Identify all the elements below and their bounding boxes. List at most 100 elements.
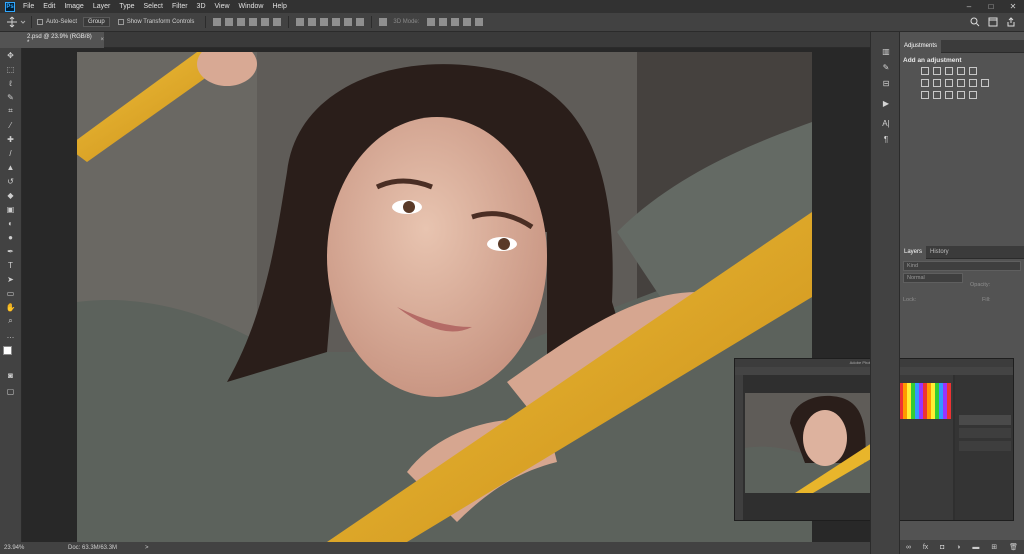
workspace-icon[interactable] bbox=[988, 17, 998, 27]
eyedropper-icon[interactable]: ⁄ bbox=[5, 120, 16, 130]
gradient-map-icon[interactable] bbox=[969, 91, 977, 99]
more-tools-icon[interactable]: … bbox=[5, 330, 16, 340]
quick-mask-icon[interactable]: ◙ bbox=[5, 370, 16, 380]
vibrance-icon[interactable] bbox=[969, 67, 977, 75]
new-fill-layer-icon[interactable]: ◑ bbox=[956, 544, 960, 551]
close-tab-icon[interactable]: × bbox=[100, 37, 104, 43]
document-tab[interactable]: 2.psd @ 23.9% (RGB/8) * × bbox=[22, 32, 104, 48]
hand-icon[interactable]: ✋ bbox=[5, 302, 16, 312]
hue-saturation-icon[interactable] bbox=[921, 79, 929, 87]
threshold-icon[interactable] bbox=[945, 91, 953, 99]
menu-file[interactable]: File bbox=[23, 3, 34, 10]
black-white-icon[interactable] bbox=[945, 79, 953, 87]
brightness-contrast-icon[interactable] bbox=[921, 67, 929, 75]
dodge-icon[interactable]: ● bbox=[5, 232, 16, 242]
rectangle-icon[interactable]: ▭ bbox=[5, 288, 16, 298]
foreground-color-swatch[interactable] bbox=[3, 346, 12, 355]
healing-icon[interactable]: ✚ bbox=[5, 134, 16, 144]
paragraph-panel-icon[interactable]: ¶ bbox=[880, 134, 892, 145]
3d-pan-icon[interactable] bbox=[451, 18, 460, 26]
zoom-icon[interactable]: ⌕ bbox=[5, 316, 16, 326]
auto-select-option[interactable]: Auto-Select bbox=[37, 19, 77, 25]
align-middle-icon[interactable] bbox=[225, 18, 234, 26]
pen-icon[interactable]: ✒ bbox=[5, 246, 16, 256]
selective-color-icon[interactable] bbox=[957, 91, 965, 99]
3d-scale-icon[interactable] bbox=[475, 18, 484, 26]
color-lookup-icon[interactable] bbox=[981, 79, 989, 87]
new-layer-icon[interactable]: ⊞ bbox=[991, 543, 997, 551]
quick-select-icon[interactable]: ✎ bbox=[5, 92, 16, 102]
blend-mode-dropdown[interactable]: Normal bbox=[903, 273, 963, 283]
align-right-icon[interactable] bbox=[273, 18, 282, 26]
new-group-icon[interactable]: ▬ bbox=[972, 544, 979, 551]
distribute-middle-icon[interactable] bbox=[308, 18, 317, 26]
history-panel-icon[interactable]: ▥ bbox=[880, 46, 892, 57]
exposure-icon[interactable] bbox=[957, 67, 965, 75]
crop-icon[interactable]: ⌗ bbox=[5, 106, 16, 116]
menu-view[interactable]: View bbox=[215, 3, 230, 10]
document-canvas-image[interactable] bbox=[77, 52, 812, 542]
auto-select-checkbox[interactable] bbox=[37, 19, 43, 25]
menu-window[interactable]: Window bbox=[239, 3, 264, 10]
align-bottom-icon[interactable] bbox=[237, 18, 246, 26]
photo-filter-icon[interactable] bbox=[957, 79, 965, 87]
color-balance-icon[interactable] bbox=[933, 79, 941, 87]
move-icon[interactable]: ✥ bbox=[5, 50, 16, 60]
distribute-left-icon[interactable] bbox=[332, 18, 341, 26]
transform-controls-option[interactable]: Show Transform Controls bbox=[117, 19, 194, 25]
3d-rotate-icon[interactable] bbox=[427, 18, 436, 26]
screen-mode-icon[interactable]: ▢ bbox=[5, 386, 16, 396]
brush-icon[interactable]: / bbox=[5, 148, 16, 158]
menu-3d[interactable]: 3D bbox=[197, 3, 206, 10]
distribute-bottom-icon[interactable] bbox=[320, 18, 329, 26]
auto-select-dropdown[interactable]: Group bbox=[83, 17, 110, 27]
tab-history[interactable]: History bbox=[926, 246, 953, 259]
link-layers-icon[interactable]: ∞ bbox=[906, 544, 911, 551]
invert-icon[interactable] bbox=[921, 91, 929, 99]
eraser-icon[interactable]: ◆ bbox=[5, 190, 16, 200]
distribute-center-icon[interactable] bbox=[344, 18, 353, 26]
share-icon[interactable] bbox=[1006, 17, 1016, 27]
tab-layers[interactable]: Layers bbox=[900, 245, 927, 259]
gradient-icon[interactable]: ▣ bbox=[5, 204, 16, 214]
menu-edit[interactable]: Edit bbox=[43, 3, 55, 10]
align-center-icon[interactable] bbox=[261, 18, 270, 26]
menu-image[interactable]: Image bbox=[64, 3, 83, 10]
menu-filter[interactable]: Filter bbox=[172, 3, 188, 10]
zoom-level[interactable]: 23.94% bbox=[4, 545, 48, 551]
character-panel-icon[interactable]: A| bbox=[880, 118, 892, 129]
menu-type[interactable]: Type bbox=[119, 3, 134, 10]
posterize-icon[interactable] bbox=[933, 91, 941, 99]
minimize-button[interactable]: – bbox=[958, 0, 980, 13]
menu-help[interactable]: Help bbox=[272, 3, 286, 10]
path-select-icon[interactable]: ➤ bbox=[5, 274, 16, 284]
type-icon[interactable]: T bbox=[5, 260, 16, 270]
blur-icon[interactable]: ◐ bbox=[5, 218, 16, 228]
close-button[interactable]: ✕ bbox=[1002, 0, 1024, 13]
history-brush-icon[interactable]: ↺ bbox=[5, 176, 16, 186]
move-tool-icon[interactable] bbox=[6, 16, 26, 28]
3d-slide-icon[interactable] bbox=[463, 18, 472, 26]
actions-play-icon[interactable]: ▶ bbox=[880, 98, 892, 109]
channel-mixer-icon[interactable] bbox=[969, 79, 977, 87]
delete-layer-icon[interactable]: 🗑 bbox=[1009, 543, 1018, 551]
menu-layer[interactable]: Layer bbox=[93, 3, 111, 10]
align-left-icon[interactable] bbox=[249, 18, 258, 26]
clone-stamp-icon[interactable]: ▲ bbox=[5, 162, 16, 172]
menu-select[interactable]: Select bbox=[144, 3, 163, 10]
transform-controls-checkbox[interactable] bbox=[117, 19, 124, 25]
tab-adjustments[interactable]: Adjustments bbox=[900, 39, 942, 53]
levels-icon[interactable] bbox=[933, 67, 941, 75]
clone-source-icon[interactable]: ⊟ bbox=[880, 78, 892, 89]
layer-mask-icon[interactable]: ◘ bbox=[940, 544, 944, 551]
marquee-icon[interactable]: ⬚ bbox=[5, 64, 16, 74]
distribute-top-icon[interactable] bbox=[296, 18, 305, 26]
layer-kind-filter[interactable]: Kind bbox=[903, 261, 1021, 271]
3d-roll-icon[interactable] bbox=[439, 18, 448, 26]
curves-icon[interactable] bbox=[945, 67, 953, 75]
search-icon[interactable] bbox=[970, 17, 980, 27]
auto-align-icon[interactable] bbox=[379, 18, 388, 26]
layer-style-icon[interactable]: fx bbox=[923, 544, 928, 551]
lasso-icon[interactable]: ℓ bbox=[5, 78, 16, 88]
align-top-icon[interactable] bbox=[213, 18, 222, 26]
